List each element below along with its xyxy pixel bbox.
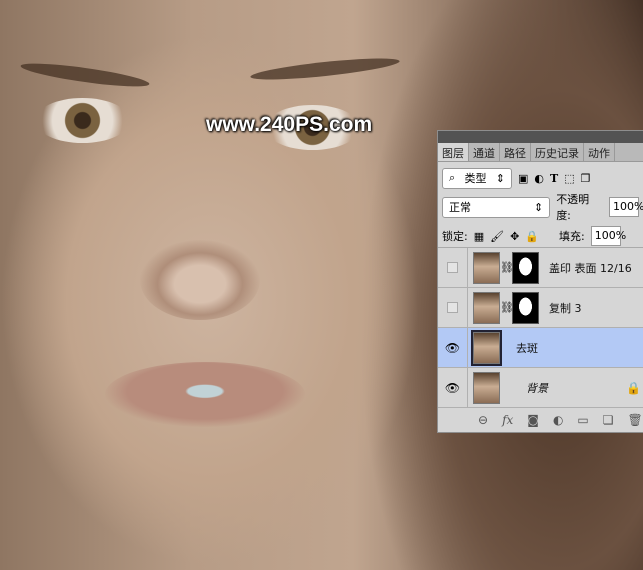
layer-mask-thumbnail[interactable] [512, 291, 539, 324]
layer-mask-thumbnail[interactable] [512, 251, 539, 284]
lock-icon: 🔒 [626, 380, 641, 395]
link-layers-icon[interactable]: ⊖ [478, 413, 488, 427]
layer-row[interactable]: 👁 背景 🔒 [438, 368, 643, 408]
type-filter-icon[interactable]: T [550, 172, 558, 185]
eye-icon[interactable]: 👁 [445, 341, 460, 355]
layer-thumbnail [473, 291, 500, 324]
updown-icon: ⇕ [533, 200, 544, 214]
shape-filter-icon[interactable]: ⬚ [564, 172, 574, 185]
folder-icon[interactable]: ▭ [577, 413, 588, 427]
updown-icon: ⇕ [495, 171, 505, 185]
link-chain-icon[interactable]: ⛓ [500, 301, 514, 314]
tab-channels[interactable]: 通道 [469, 143, 500, 161]
filter-type-select[interactable]: ⌕ 类型 ⇕ [442, 167, 512, 189]
lock-label: 锁定: [442, 230, 468, 243]
lock-position-move-icon[interactable]: ✥ [510, 230, 519, 243]
watermark: www.240PS.com [206, 113, 373, 136]
layer-row-selected[interactable]: 👁 去斑 [438, 328, 643, 368]
panel-title-bar[interactable] [438, 131, 643, 143]
smart-object-filter-icon[interactable]: ❐ [581, 172, 591, 185]
fx-icon[interactable]: fx [502, 413, 513, 427]
layer-thumbnail [473, 251, 500, 284]
layer-row[interactable]: ⛓ 盖印 表面 12/16 [438, 248, 643, 288]
tab-paths[interactable]: 路径 [500, 143, 531, 161]
panel-footer: ⊖ fx ◙ ◐ ▭ ❏ 🗑 [438, 408, 643, 432]
layer-thumbnail [471, 329, 502, 366]
tab-actions[interactable]: 动作 [584, 143, 615, 161]
left-eyebrow [19, 59, 151, 91]
layers-list: ⛓ 盖印 表面 12/16 ⛓ 复制 3 👁 去斑 👁 背景 🔒 [438, 247, 643, 408]
layer-name: 背景 [526, 381, 548, 395]
visibility-toggle-off[interactable] [447, 302, 458, 313]
nose [140, 240, 260, 320]
layer-name: 盖印 表面 12/16 [549, 261, 632, 275]
lips [105, 362, 305, 427]
blend-mode-select[interactable]: 正常 ⇕ [442, 196, 551, 218]
lock-all-icon[interactable]: 🔒 [525, 230, 539, 243]
layer-name: 去斑 [516, 341, 538, 355]
opacity-input[interactable]: 100% [609, 197, 643, 217]
visibility-toggle-off[interactable] [447, 262, 458, 273]
panel-tabs: 图层 通道 路径 历史记录 动作 [438, 143, 643, 162]
fill-input[interactable]: 100% [590, 226, 626, 246]
layers-panel: 图层 通道 路径 历史记录 动作 ⌕ 类型 ⇕ ▣ ◐ T ⬚ ❐ 正常 ⇕ 不透明度… [437, 130, 643, 433]
add-mask-icon[interactable]: ◙ [527, 413, 539, 427]
fill-label: 填充: [559, 230, 585, 243]
adjustment-layer-icon[interactable]: ◐ [553, 413, 563, 427]
layer-row[interactable]: ⛓ 复制 3 [438, 288, 643, 328]
trash-icon[interactable]: 🗑 [628, 413, 643, 427]
eye-icon[interactable]: 👁 [445, 381, 460, 395]
search-icon: ⌕ [449, 171, 456, 184]
opacity-label: 不透明度: [556, 193, 590, 222]
layer-name: 复制 3 [549, 301, 582, 315]
right-eyebrow [249, 54, 401, 84]
layer-thumbnail [473, 371, 500, 404]
new-layer-icon[interactable]: ❏ [603, 413, 614, 427]
tab-layers[interactable]: 图层 [438, 143, 469, 161]
lock-paint-brush-icon[interactable]: 🖌 [490, 230, 504, 243]
image-filter-icon[interactable]: ▣ [518, 172, 528, 185]
link-chain-icon[interactable]: ⛓ [500, 261, 514, 274]
adjustment-filter-icon[interactable]: ◐ [534, 172, 544, 185]
left-eye [35, 98, 130, 143]
lock-transparent-icon[interactable]: ▦ [474, 230, 484, 243]
tab-history[interactable]: 历史记录 [531, 143, 584, 161]
